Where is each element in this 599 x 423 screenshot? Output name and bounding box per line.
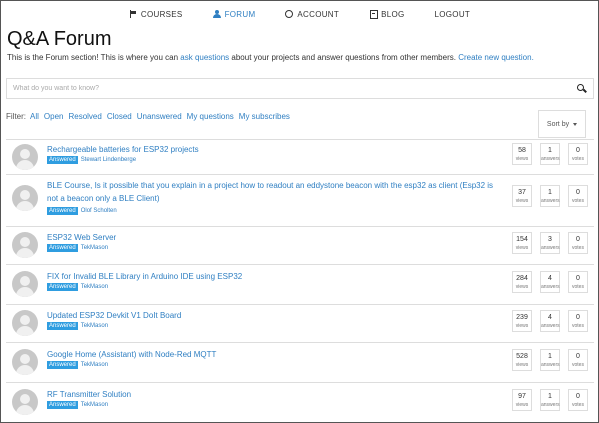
author-link[interactable]: TekMason [81, 284, 108, 290]
filter-my-subscribes[interactable]: My subscribes [239, 112, 290, 121]
views-count: 37 views [512, 185, 532, 207]
top-navigation: COURSES FORUM ACCOUNT BLOG LOGOUT [1, 1, 598, 27]
ask-questions-link[interactable]: ask questions [180, 53, 229, 62]
status-badge: Answered [47, 322, 78, 330]
flag-icon [129, 10, 137, 18]
book-icon [369, 10, 379, 19]
filter-my-questions[interactable]: My questions [187, 112, 234, 121]
answers-count: 1 answers [540, 349, 560, 371]
question-title[interactable]: BLE Course, Is it possible that you expl… [47, 179, 502, 205]
question-meta: Answered TekMason [47, 401, 108, 409]
nav-account[interactable]: ACCOUNT [285, 10, 339, 19]
filter-unanswered[interactable]: Unanswered [137, 112, 182, 121]
question-row: ESP32 Web Server Answered TekMason 154 vie… [6, 226, 594, 264]
question-title[interactable]: RF Transmitter Solution [47, 388, 502, 401]
avatar [12, 349, 38, 375]
question-row: Google Home (Assistant) with Node-Red MQ… [6, 342, 594, 382]
avatar [12, 232, 38, 258]
author-link[interactable]: TekMason [81, 362, 108, 368]
status-badge: Answered [47, 244, 78, 252]
question-meta: Answered TekMason [47, 322, 108, 330]
status-badge: Answered [47, 361, 78, 369]
create-question-link[interactable]: Create new question. [458, 53, 534, 62]
answers-count: 1 answers [540, 389, 560, 411]
question-list: Rechargeable batteries for ESP32 project… [6, 139, 594, 422]
question-meta: Answered TekMason [47, 361, 108, 369]
nav-blog[interactable]: BLOG [369, 10, 404, 19]
question-meta: Answered TekMason [47, 283, 108, 291]
status-badge: Answered [47, 401, 78, 409]
answers-count: 4 answers [540, 271, 560, 293]
avatar [12, 144, 38, 170]
caret-down-icon [573, 122, 578, 126]
gear-icon [285, 10, 294, 18]
votes-count: 0 votes [568, 349, 588, 371]
question-title[interactable]: Updated ESP32 Devkit V1 DoIt Board [47, 309, 502, 322]
question-title[interactable]: Rechargeable batteries for ESP32 project… [47, 143, 502, 156]
status-badge: Answered [47, 156, 78, 164]
avatar [12, 389, 38, 415]
author-link[interactable]: TekMason [81, 323, 108, 329]
answers-count: 3 answers [540, 232, 560, 254]
votes-count: 0 votes [568, 310, 588, 332]
filter-closed[interactable]: Closed [107, 112, 132, 121]
nav-courses[interactable]: COURSES [129, 10, 183, 19]
question-row: FIX for Invalid BLE Library in Arduino I… [6, 264, 594, 304]
views-count: 154 views [512, 232, 532, 254]
votes-count: 0 votes [568, 389, 588, 411]
search-bar [6, 78, 594, 99]
views-count: 97 views [512, 389, 532, 411]
votes-count: 0 votes [568, 185, 588, 207]
avatar [12, 271, 38, 297]
filter-label: Filter: [6, 112, 26, 121]
filter-all[interactable]: All [30, 112, 39, 121]
nav-forum[interactable]: FORUM [212, 10, 256, 19]
views-count: 58 views [512, 143, 532, 165]
question-row: RF Transmitter Solution Answered TekMason… [6, 382, 594, 422]
nav-logout[interactable]: LOGOUT [435, 10, 471, 19]
author-link[interactable]: TekMason [81, 245, 108, 251]
question-row: Rechargeable batteries for ESP32 project… [6, 139, 594, 174]
status-badge: Answered [47, 207, 78, 215]
status-badge: Answered [47, 283, 78, 291]
filter-bar: Filter: All Open Resolved Closed Unanswe… [6, 112, 295, 121]
sort-dropdown[interactable]: Sort by [538, 110, 586, 138]
intro-text: This is the Forum section! This is where… [7, 53, 534, 62]
answers-count: 4 answers [540, 310, 560, 332]
votes-count: 0 votes [568, 143, 588, 165]
author-link[interactable]: TekMason [81, 402, 108, 408]
views-count: 528 views [512, 349, 532, 371]
answers-count: 1 answers [540, 185, 560, 207]
views-count: 239 views [512, 310, 532, 332]
views-count: 284 views [512, 271, 532, 293]
question-row: BLE Course, Is it possible that you expl… [6, 174, 594, 226]
filter-open[interactable]: Open [44, 112, 64, 121]
answers-count: 1 answers [540, 143, 560, 165]
filter-resolved[interactable]: Resolved [68, 112, 101, 121]
question-title[interactable]: FIX for Invalid BLE Library in Arduino I… [47, 270, 502, 283]
search-icon[interactable] [574, 81, 590, 97]
search-input[interactable] [7, 84, 574, 93]
page-frame: COURSES FORUM ACCOUNT BLOG LOGOUT Q&A Fo… [0, 0, 599, 423]
question-row: Updated ESP32 Devkit V1 DoIt Board Answe… [6, 304, 594, 342]
user-icon [212, 10, 221, 18]
author-link[interactable]: Olof Scholten [81, 208, 117, 214]
question-meta: Answered TekMason [47, 244, 108, 252]
avatar [12, 310, 38, 336]
question-meta: Answered Olof Scholten [47, 207, 117, 215]
page-title: Q&A Forum [7, 28, 112, 50]
question-title[interactable]: Google Home (Assistant) with Node-Red MQ… [47, 348, 502, 361]
question-meta: Answered Stewart Lindenberge [47, 156, 136, 164]
avatar [12, 185, 38, 211]
author-link[interactable]: Stewart Lindenberge [81, 157, 136, 163]
question-title[interactable]: ESP32 Web Server [47, 231, 502, 244]
votes-count: 0 votes [568, 232, 588, 254]
votes-count: 0 votes [568, 271, 588, 293]
